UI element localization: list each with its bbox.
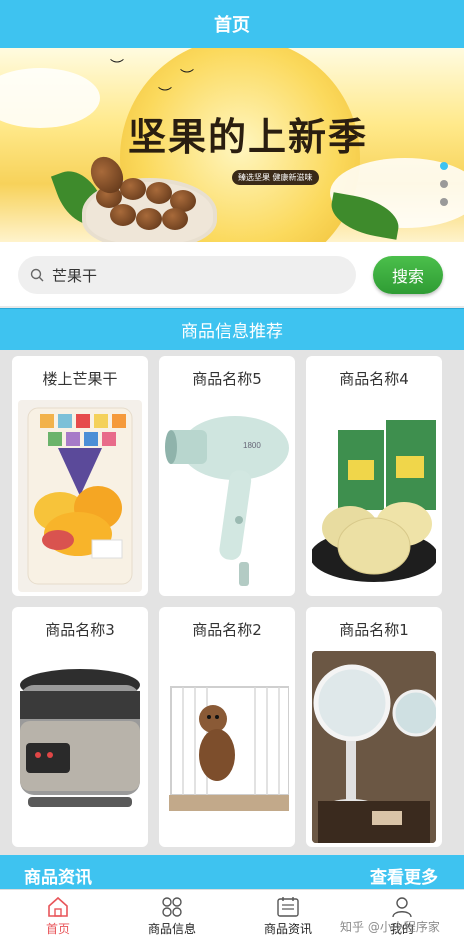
nut-graphic	[162, 208, 188, 230]
product-card[interactable]: 商品名称2	[159, 607, 295, 847]
product-image-vanity-mirror	[312, 651, 436, 843]
recommend-section-header: 商品信息推荐	[0, 308, 464, 350]
nut-graphic	[146, 182, 172, 204]
product-image-dog-cage	[165, 651, 289, 843]
carousel-dot[interactable]	[440, 162, 448, 170]
banner-cloud	[0, 68, 100, 128]
banner-title: 坚果的上新季	[128, 114, 369, 159]
page-title: 首页	[214, 15, 250, 36]
tab-label: 商品信息	[147, 922, 196, 936]
tab-news[interactable]: 商品资讯	[248, 896, 328, 937]
svg-text:1800: 1800	[243, 441, 261, 450]
news-section-header: 商品资讯 查看更多	[0, 855, 464, 889]
product-card[interactable]: 商品名称1	[306, 607, 442, 847]
news-title: 商品资讯	[24, 868, 92, 888]
tab-home[interactable]: 首页	[18, 896, 98, 937]
nut-graphic	[120, 178, 146, 200]
bottom-tab-bar: 首页 商品信息 商品资讯 我的	[0, 889, 464, 944]
bird-icon: ︶	[180, 69, 194, 85]
product-card[interactable]: 商品名称4	[306, 356, 442, 596]
product-name: 商品名称2	[192, 621, 262, 639]
home-icon	[48, 896, 68, 917]
product-name: 楼上芒果干	[42, 370, 118, 388]
view-more-link[interactable]: 查看更多	[370, 863, 438, 888]
tab-label: 商品资讯	[263, 922, 312, 936]
tab-label: 首页	[45, 922, 70, 936]
carousel-dot[interactable]	[440, 198, 448, 206]
product-name: 商品名称3	[45, 621, 115, 639]
grid-icon	[162, 897, 182, 917]
product-card[interactable]: 商品名称5 1800	[159, 356, 295, 596]
product-card[interactable]: 商品名称3	[12, 607, 148, 847]
carousel-dot[interactable]	[440, 180, 448, 188]
banner-carousel[interactable]: ︶ ︶ ︶ 坚果的上新季 臻选坚果 健康新滋味	[0, 48, 464, 242]
product-image-rice-cooker	[18, 651, 142, 843]
product-image-hair-dryer: 1800	[165, 400, 289, 592]
search-input[interactable]: 芒果干	[18, 256, 356, 294]
search-button[interactable]: 搜索	[373, 256, 443, 294]
watermark-text: 知乎 @小小程序家	[340, 920, 440, 934]
section-title: 商品信息推荐	[181, 322, 283, 342]
product-image-dried-mango	[18, 400, 142, 592]
bird-icon: ︶	[158, 87, 172, 103]
product-name: 商品名称5	[192, 370, 262, 388]
news-icon	[277, 897, 299, 917]
search-icon	[30, 268, 44, 282]
tab-products[interactable]: 商品信息	[132, 896, 212, 937]
banner-badge: 臻选坚果 健康新滋味	[232, 170, 319, 185]
bird-icon: ︶	[110, 59, 124, 75]
user-icon	[392, 897, 412, 918]
search-value: 芒果干	[52, 266, 98, 285]
nut-graphic	[136, 208, 162, 230]
product-card[interactable]: 楼上芒果干	[12, 356, 148, 596]
product-image-mooncakes	[312, 400, 436, 592]
product-grid: 楼上芒果干 商品名称5 1800 商品名称4 商品名称3 商品名称2 商品名称1	[0, 350, 464, 855]
carousel-indicators	[440, 162, 448, 206]
search-bar: 芒果干 搜索	[0, 242, 464, 306]
product-name: 商品名称1	[339, 621, 409, 639]
nut-graphic	[110, 204, 136, 226]
top-header: 首页	[0, 0, 464, 48]
product-name: 商品名称4	[339, 370, 409, 388]
